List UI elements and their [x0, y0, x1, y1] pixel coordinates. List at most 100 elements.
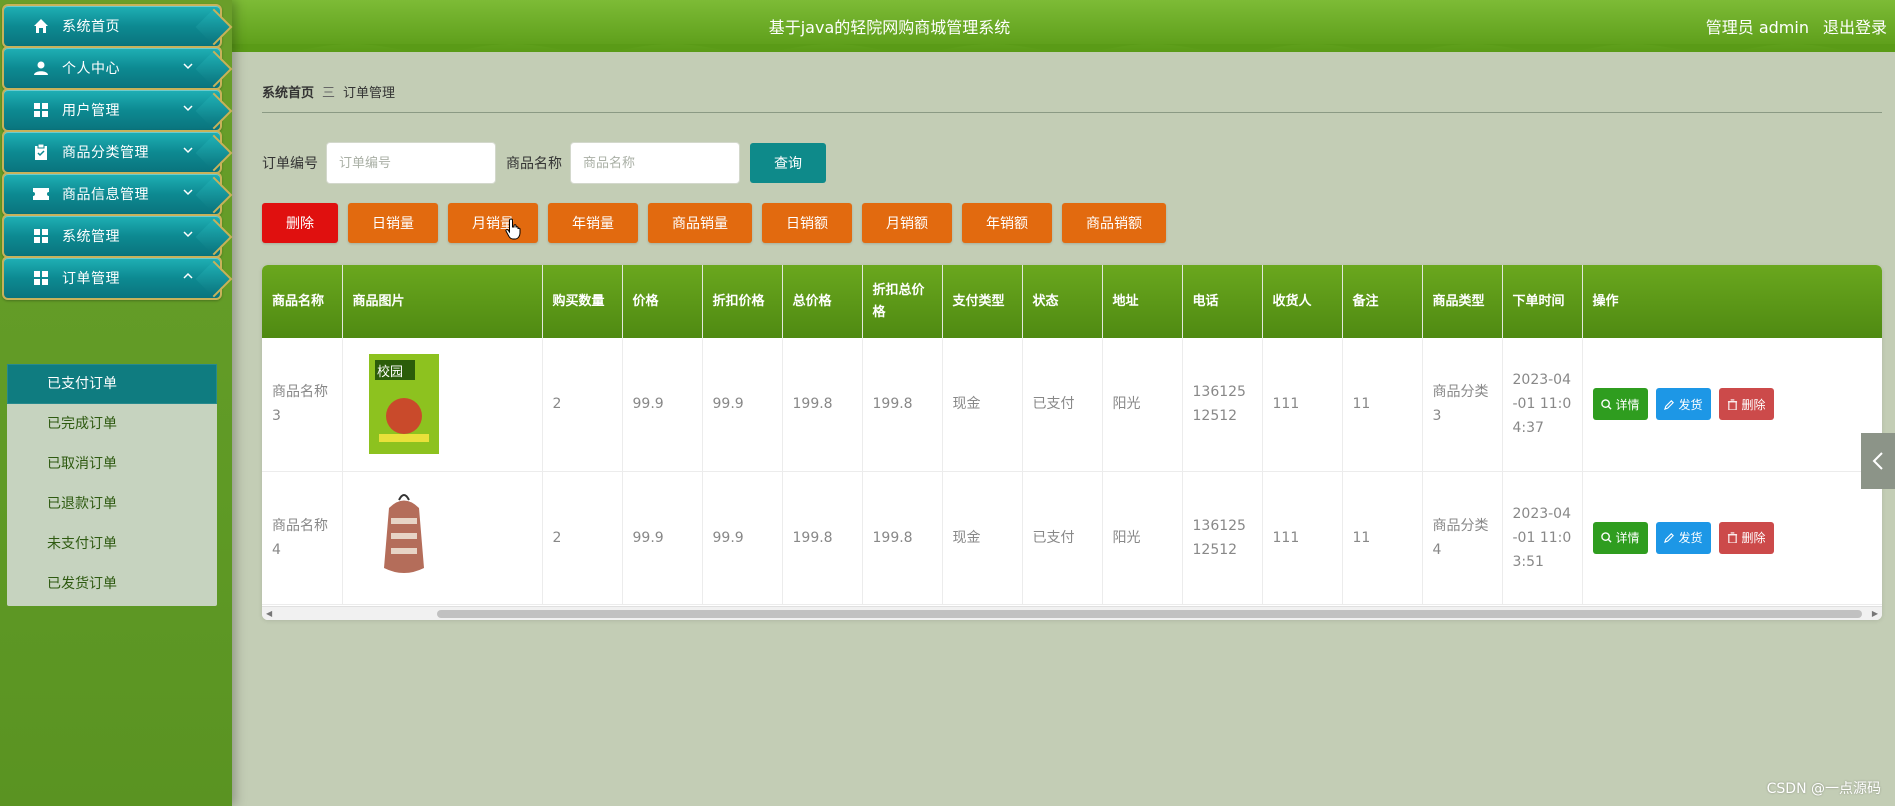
column-header: 备注 [1342, 265, 1423, 338]
monthly-sales-amount-button[interactable]: 月销额 [862, 203, 952, 243]
sidebar-item-users[interactable]: 用户管理 [2, 88, 222, 132]
cell-qty: 2 [542, 471, 623, 605]
breadcrumb-divider [262, 112, 1882, 113]
sidebar-item-label: 商品分类管理 [62, 145, 149, 161]
cell-total: 199.8 [782, 338, 863, 472]
daily-sales-amount-button[interactable]: 日销额 [762, 203, 852, 243]
detail-label: 详情 [1615, 531, 1640, 545]
sidebar-item-label: 用户管理 [62, 103, 120, 119]
cell-product-name: 商品名称3 [262, 338, 343, 472]
submenu-completed-orders[interactable]: 已完成订单 [7, 404, 217, 444]
submenu-unpaid-orders[interactable]: 未支付订单 [7, 524, 217, 564]
row-delete-button[interactable]: 删除 [1718, 521, 1774, 554]
column-header: 支付类型 [942, 265, 1023, 338]
product-name-input[interactable] [570, 142, 740, 184]
sidebar-item-home[interactable]: 系统首页 [2, 4, 222, 48]
column-header: 价格 [622, 265, 703, 338]
product-sales-amount-button[interactable]: 商品销额 [1062, 203, 1166, 243]
cell-phone: 13612512512 [1182, 338, 1263, 472]
detail-button[interactable]: 详情 [1592, 521, 1648, 554]
monthly-sales-qty-button[interactable]: 月销量 [448, 203, 538, 243]
submenu-cancelled-orders[interactable]: 已取消订单 [7, 444, 217, 484]
ship-label: 发货 [1678, 531, 1703, 545]
table-row: 商品名称4 2 99.9 99.9 199.8 199.8 现金 已支付 阳光 … [262, 471, 1882, 605]
column-header: 操作 [1582, 265, 1882, 338]
sidebar-item-orders[interactable]: 订单管理 [2, 256, 222, 300]
column-header: 状态 [1022, 265, 1103, 338]
column-header: 商品图片 [342, 265, 543, 338]
logout-button[interactable]: 退出登录 [1823, 14, 1887, 38]
submenu-paid-orders[interactable]: 已支付订单 [7, 364, 217, 404]
order-no-input[interactable] [326, 142, 496, 184]
horizontal-scrollbar[interactable]: ◀ ▶ [262, 606, 1882, 620]
chevron-down-icon [183, 105, 193, 112]
cell-total: 199.8 [782, 471, 863, 605]
column-header: 电话 [1182, 265, 1263, 338]
header-wave-decoration [232, 44, 1895, 52]
sidebar-item-category[interactable]: 商品分类管理 [2, 130, 222, 174]
submenu-refunded-orders[interactable]: 已退款订单 [7, 484, 217, 524]
column-header: 下单时间 [1502, 265, 1583, 338]
column-header: 折扣总价格 [862, 265, 943, 338]
ship-button[interactable]: 发货 [1655, 521, 1711, 554]
breadcrumb-home[interactable]: 系统首页 [262, 82, 314, 101]
cell-discount-total: 199.8 [862, 471, 943, 605]
cell-address: 阳光 [1102, 471, 1183, 605]
column-header: 收货人 [1262, 265, 1343, 338]
delete-label: 删除 [1741, 397, 1766, 412]
query-button[interactable]: 查询 [750, 143, 826, 183]
sidebar-item-label: 个人中心 [62, 61, 120, 77]
cell-address: 阳光 [1102, 338, 1183, 472]
sidebar-item-label: 商品信息管理 [62, 187, 149, 203]
ship-button[interactable]: 发货 [1655, 388, 1711, 421]
user-icon [32, 59, 50, 77]
cell-order-time: 2023-04-01 11:03:51 [1502, 471, 1583, 605]
cell-product-name: 商品名称4 [262, 471, 343, 605]
table-header-row: 商品名称 商品图片 购买数量 价格 折扣价格 总价格 折扣总价格 支付类型 状态… [262, 265, 1882, 338]
cell-category: 商品分类3 [1422, 338, 1503, 472]
cell-receiver: 111 [1262, 471, 1343, 605]
submenu-shipped-orders[interactable]: 已发货订单 [7, 564, 217, 604]
column-header: 购买数量 [542, 265, 623, 338]
home-icon [32, 17, 50, 35]
grid-icon [32, 227, 50, 245]
cell-discount-price: 99.9 [702, 338, 783, 472]
column-header: 总价格 [782, 265, 863, 338]
top-header: 基于java的轻院网购商城管理系统 管理员 admin 退出登录 [232, 0, 1895, 52]
cell-receiver: 111 [1262, 338, 1343, 472]
cell-price: 99.9 [622, 338, 703, 472]
column-header: 折扣价格 [702, 265, 783, 338]
sidebar-item-system[interactable]: 系统管理 [2, 214, 222, 258]
breadcrumb-current: 订单管理 [343, 86, 396, 101]
sidebar-item-personal[interactable]: 个人中心 [2, 46, 222, 90]
column-header: 地址 [1102, 265, 1183, 338]
scroll-left-icon[interactable]: ◀ [266, 609, 272, 618]
hand-cursor-icon [505, 218, 521, 240]
sidebar-item-label: 系统管理 [62, 229, 120, 245]
yearly-sales-qty-button[interactable]: 年销量 [548, 203, 638, 243]
side-panel-toggle[interactable] [1861, 433, 1895, 489]
delete-button[interactable]: 删除 [262, 203, 338, 243]
cell-discount-price: 99.9 [702, 471, 783, 605]
search-icon [1600, 398, 1612, 410]
delete-label: 删除 [1741, 531, 1766, 545]
breadcrumb-separator: 三 [322, 86, 336, 101]
row-delete-button[interactable]: 删除 [1718, 388, 1774, 421]
product-sales-qty-button[interactable]: 商品销量 [648, 203, 752, 243]
cell-product-image: 校园 [342, 338, 543, 472]
daily-sales-qty-button[interactable]: 日销量 [348, 203, 438, 243]
sidebar-item-product[interactable]: 商品信息管理 [2, 172, 222, 216]
detail-button[interactable]: 详情 [1592, 388, 1648, 421]
trash-icon [1727, 532, 1737, 543]
yearly-sales-amount-button[interactable]: 年销额 [962, 203, 1052, 243]
table-row: 商品名称3 校园 2 99.9 99.9 199.8 199.8 现金 已支付 … [262, 338, 1882, 472]
cell-operations: 详情 发货 删除 [1582, 471, 1882, 605]
chevron-left-icon [1872, 452, 1883, 470]
grid-icon [32, 101, 50, 119]
sidebar-item-label: 系统首页 [62, 19, 120, 35]
scroll-right-icon[interactable]: ▶ [1872, 609, 1878, 618]
cell-pay-type: 现金 [942, 471, 1023, 605]
watermark: CSDN @一点源码 [1766, 781, 1881, 797]
scrollbar-thumb[interactable] [437, 610, 1862, 618]
image-text: 校园 [377, 364, 403, 380]
